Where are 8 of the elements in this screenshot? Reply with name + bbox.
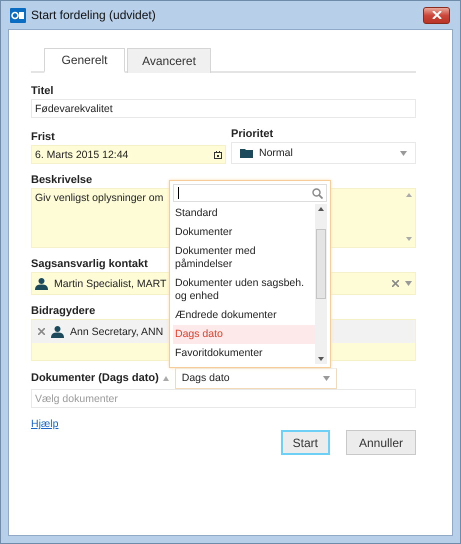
field-label: Prioritet xyxy=(231,128,274,140)
window-title: Start fordeling (udvidet) xyxy=(31,8,157,22)
field-label: Titel xyxy=(31,85,54,97)
field-label: Beskrivelse xyxy=(31,174,92,186)
field-label: Sagsansvarlig kontakt xyxy=(31,258,148,270)
field-label: Frist xyxy=(31,131,55,143)
field-label: Bidragydere xyxy=(31,305,96,317)
field-label: Dokumenter (Dags dato) xyxy=(31,372,159,384)
